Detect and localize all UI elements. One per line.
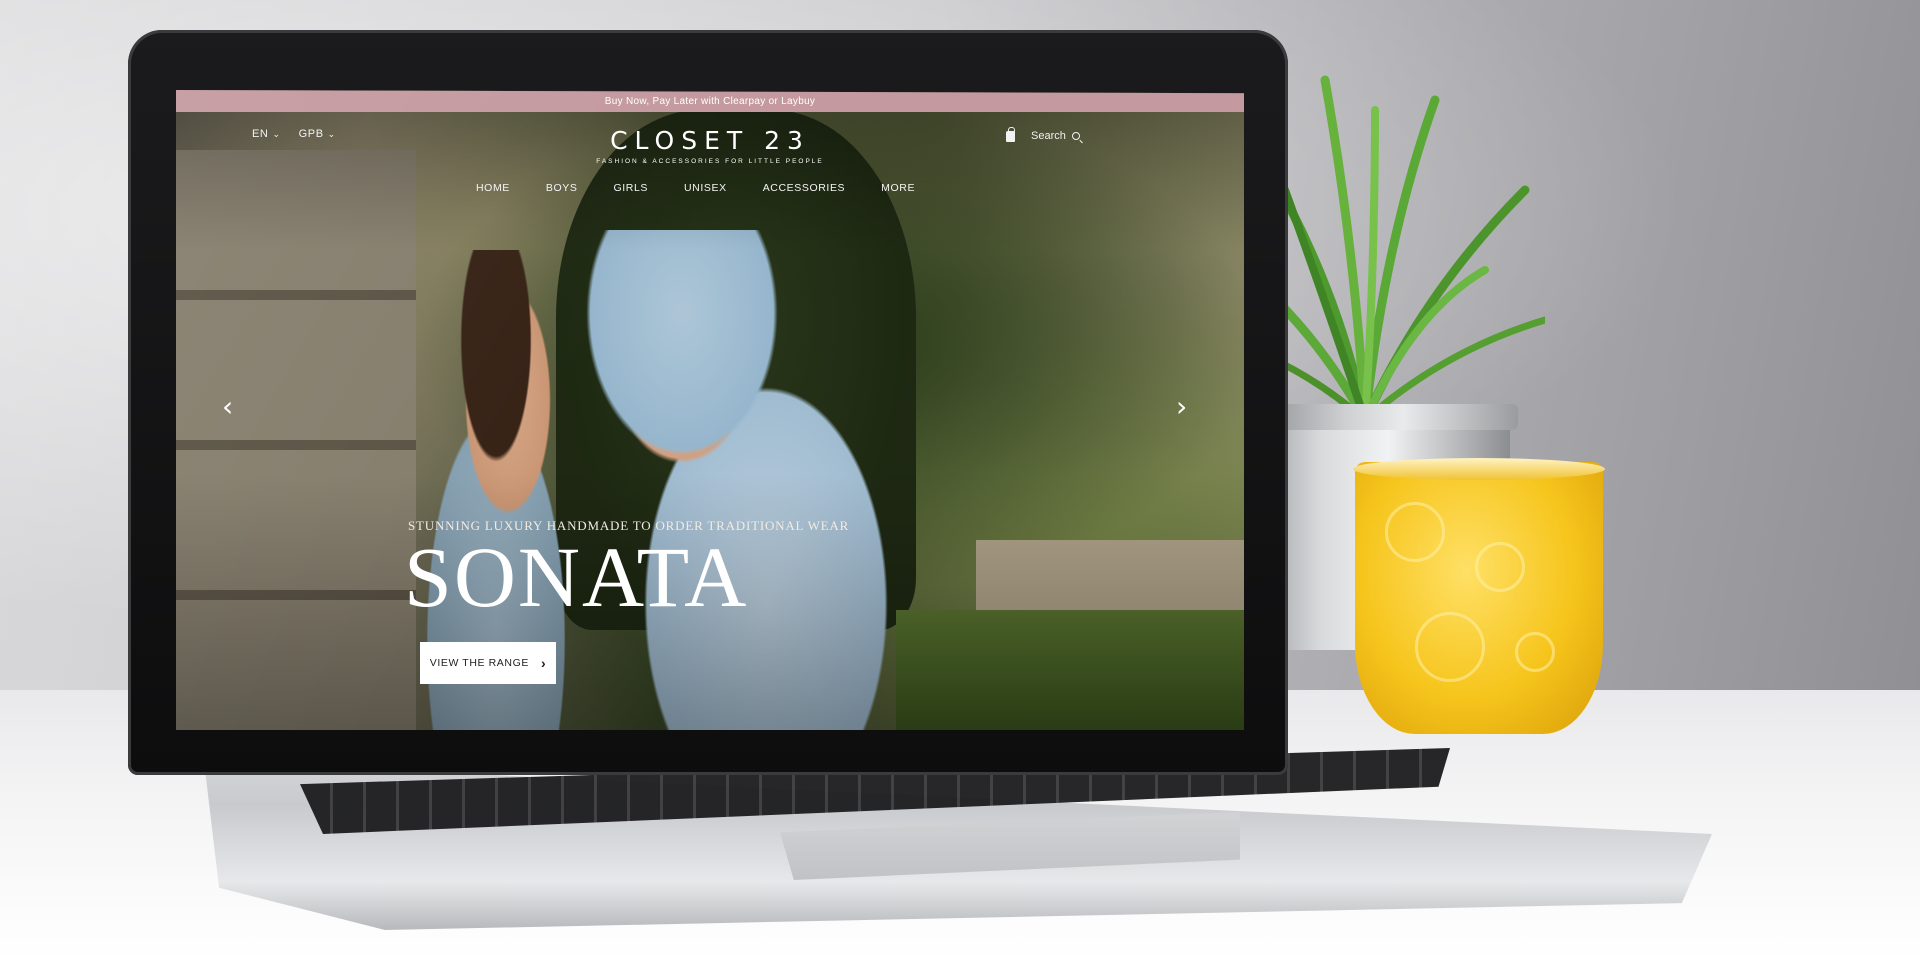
chevron-down-icon: ⌄	[327, 128, 336, 139]
promo-text: Buy Now, Pay Later with Clearpay or Layb…	[604, 95, 816, 107]
site-logo[interactable]: CLOSET 23 FASHION & ACCESSORIES FOR LITT…	[560, 126, 860, 165]
search-label: Search	[1031, 130, 1066, 142]
nav-item-more[interactable]: MORE	[881, 182, 915, 194]
chevron-right-icon[interactable]: ›	[1176, 390, 1187, 423]
language-selector[interactable]: EN ⌄	[252, 128, 281, 140]
nav-item-accessories[interactable]: ACCESSORIES	[763, 182, 845, 194]
main-nav: HOME BOYS GIRLS UNISEX ACCESSORIES MORE	[476, 182, 951, 194]
hero-title: SONATA	[404, 529, 749, 625]
nav-item-home[interactable]: HOME	[476, 182, 510, 194]
cup-pattern	[1475, 542, 1525, 592]
nav-item-boys[interactable]: BOYS	[546, 182, 578, 194]
shopping-bag-icon[interactable]	[1006, 126, 1015, 142]
chevron-left-icon[interactable]: ‹	[222, 390, 233, 423]
cup-pattern	[1385, 502, 1445, 562]
currency-selector[interactable]: GPB ⌄	[299, 128, 336, 140]
language-value: EN	[252, 128, 269, 140]
locale-selectors: EN ⌄ GPB ⌄	[252, 128, 336, 140]
chevron-down-icon: ⌄	[272, 128, 281, 139]
search-icon	[1071, 132, 1080, 140]
cup-pattern	[1415, 612, 1485, 682]
logo-name: CLOSET 23	[610, 126, 810, 155]
yellow-cup	[1355, 462, 1603, 734]
cup-rim	[1353, 458, 1605, 480]
nav-item-unisex[interactable]: UNISEX	[684, 182, 727, 194]
cta-label: VIEW THE RANGE	[429, 657, 529, 669]
promo-bar: Buy Now, Pay Later with Clearpay or Layb…	[176, 90, 1244, 112]
chevron-right-icon: ›	[540, 655, 547, 671]
search-button[interactable]: Search	[1031, 130, 1080, 142]
logo-tagline: FASHION & ACCESSORIES FOR LITTLE PEOPLE	[596, 158, 824, 165]
view-range-button[interactable]: VIEW THE RANGE ›	[420, 642, 556, 684]
cup-pattern	[1515, 632, 1555, 672]
website-screen: Buy Now, Pay Later with Clearpay or Layb…	[176, 90, 1244, 730]
currency-value: GPB	[298, 128, 324, 140]
header-actions: Search	[1006, 126, 1080, 142]
nav-item-girls[interactable]: GIRLS	[613, 182, 648, 194]
